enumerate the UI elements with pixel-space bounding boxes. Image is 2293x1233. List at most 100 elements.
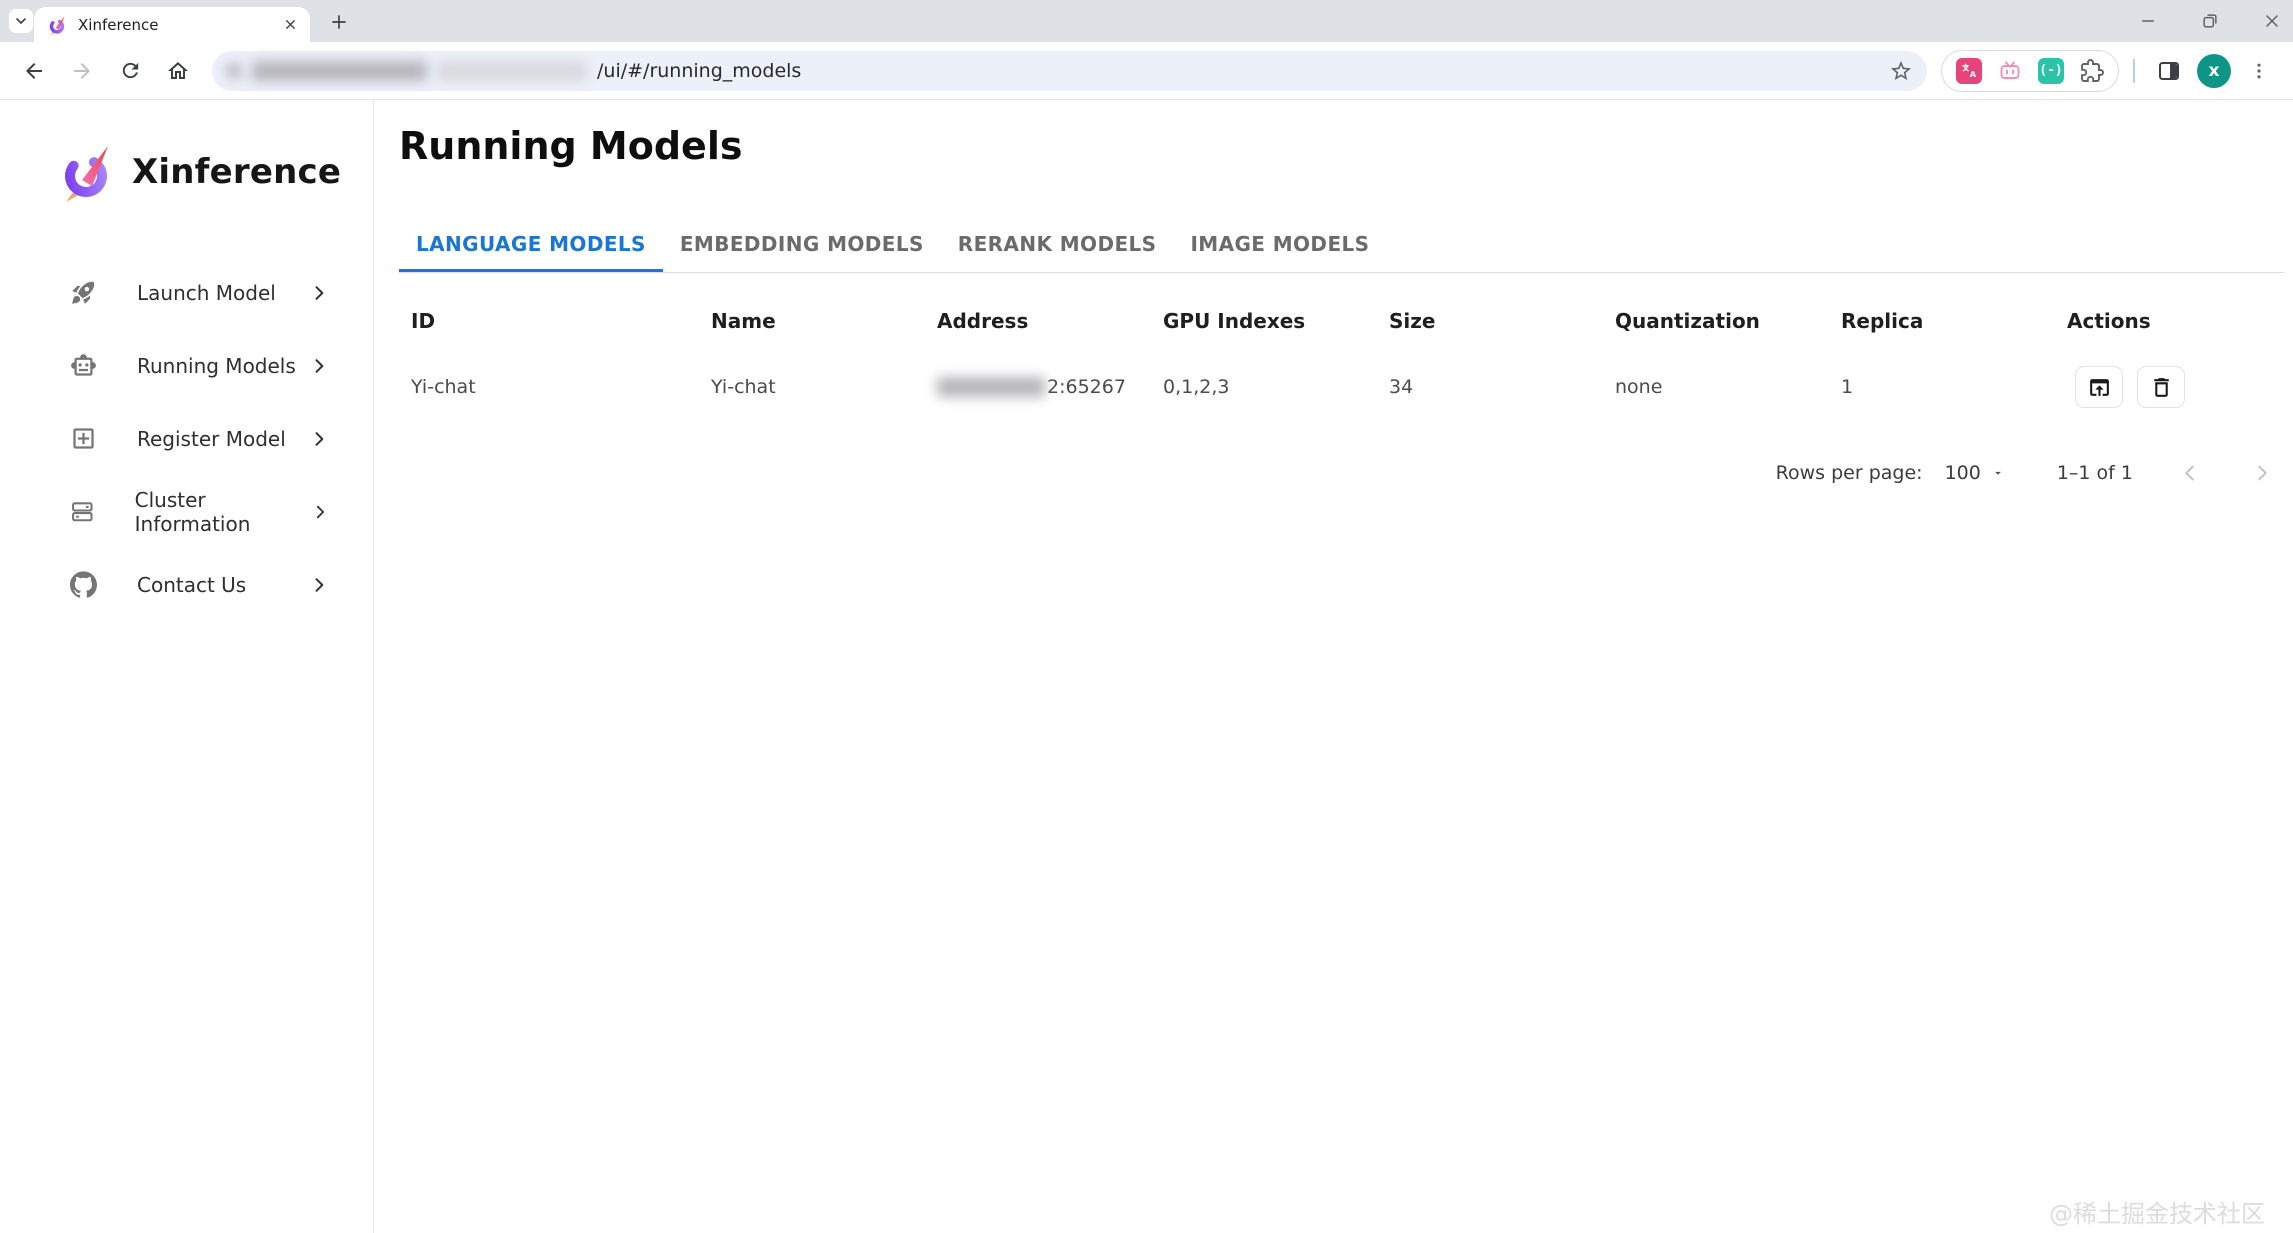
forward-arrow-icon [70, 59, 94, 83]
cell-quantization: none [1603, 376, 1829, 398]
brand: Xinference [0, 100, 373, 204]
url-bar[interactable]: /ui/#/running_models [212, 51, 1927, 91]
watermark: @稀土掘金技术社区 [2049, 1194, 2265, 1229]
brand-name: Xinference [132, 152, 341, 192]
window-close-button[interactable] [2261, 10, 2283, 32]
pagination-range: 1–1 of 1 [2057, 462, 2133, 484]
reload-icon [119, 59, 142, 82]
extensions-puzzle-button[interactable] [2080, 59, 2104, 83]
translate-extension-icon[interactable]: A [1956, 58, 1982, 84]
rows-per-page-label: Rows per page: [1776, 462, 1923, 484]
chevron-down-icon [13, 13, 29, 29]
robot-icon [70, 352, 97, 379]
column-header-id: ID [399, 309, 699, 333]
sidebar-item-label: Cluster Information [135, 488, 311, 536]
browser-menu-button[interactable] [2239, 51, 2279, 91]
side-panel-button[interactable] [2149, 51, 2189, 91]
restore-icon [2200, 11, 2220, 31]
minimize-icon [2138, 11, 2158, 31]
back-arrow-icon [22, 59, 46, 83]
sidebar-item-contact-us[interactable]: Contact Us [0, 548, 373, 621]
column-header-actions: Actions [2055, 309, 2285, 333]
cell-id: Yi-chat [399, 376, 699, 398]
home-button[interactable] [158, 51, 198, 91]
sidebar-menu: Launch Model Running Models Register Mod… [0, 256, 373, 621]
window-restore-button[interactable] [2199, 10, 2221, 32]
plus-icon [330, 13, 348, 31]
browser-toolbar: /ui/#/running_models A (-) x [0, 42, 2293, 100]
column-header-address: Address [925, 309, 1151, 333]
trash-icon [2149, 375, 2174, 400]
bookmark-star-icon[interactable] [1889, 59, 1913, 83]
page-title: Running Models [399, 122, 2285, 170]
reload-button[interactable] [110, 51, 150, 91]
chevron-right-icon [309, 429, 329, 449]
tab-image-models[interactable]: IMAGE MODELS [1173, 224, 1386, 272]
sidebar-item-label: Register Model [137, 427, 286, 451]
cell-gpu-indexes: 0,1,2,3 [1151, 376, 1377, 398]
tab-close-icon[interactable] [283, 17, 298, 32]
url-redacted-host [252, 61, 427, 81]
pagination: Rows per page: 100 1–1 of 1 [399, 443, 2285, 503]
close-icon [2262, 11, 2282, 31]
table-header-row: ID Name Address GPU Indexes Size Quantiz… [399, 295, 2285, 347]
chevron-right-icon [311, 502, 329, 522]
sidebar-item-label: Contact Us [137, 573, 246, 597]
back-button[interactable] [14, 51, 54, 91]
cell-address: 2:65267 [925, 376, 1151, 398]
rows-per-page-select[interactable]: 100 [1945, 462, 2005, 484]
tab-language-models[interactable]: LANGUAGE MODELS [399, 224, 663, 272]
previous-page-button[interactable] [2175, 458, 2205, 488]
column-header-quantization: Quantization [1603, 309, 1829, 333]
browser-tabstrip: Xinference [0, 0, 2293, 42]
main-content: Running Models LANGUAGE MODELS EMBEDDING… [374, 100, 2293, 1233]
cell-name: Yi-chat [699, 376, 925, 398]
sidebar-item-running-models[interactable]: Running Models [0, 329, 373, 402]
url-text[interactable]: /ui/#/running_models [597, 60, 801, 82]
add-box-icon [70, 425, 97, 452]
tab-rerank-models[interactable]: RERANK MODELS [941, 224, 1174, 272]
server-icon [70, 498, 95, 525]
sidebar-item-launch-model[interactable]: Launch Model [0, 256, 373, 329]
next-page-button[interactable] [2247, 458, 2277, 488]
cell-replica: 1 [1829, 376, 2055, 398]
home-icon [166, 59, 190, 83]
sidebar: Xinference Launch Model Running Models R… [0, 100, 374, 1233]
rocket-icon [70, 279, 97, 306]
open-in-browser-icon [2087, 375, 2112, 400]
extensions-pill: A (-) [1941, 50, 2119, 92]
tab-embedding-models[interactable]: EMBEDDING MODELS [663, 224, 941, 272]
model-type-tabs: LANGUAGE MODELS EMBEDDING MODELS RERANK … [399, 224, 2285, 273]
table-row: Yi-chat Yi-chat 2:65267 0,1,2,3 34 none … [399, 347, 2285, 427]
address-redacted [937, 377, 1045, 397]
brackets-extension-icon[interactable]: (-) [2038, 58, 2064, 84]
tab-list-chevron-button[interactable] [9, 9, 33, 33]
new-tab-button[interactable] [326, 9, 352, 35]
dropdown-caret-icon [1991, 466, 2005, 480]
sidebar-item-cluster-information[interactable]: Cluster Information [0, 475, 373, 548]
column-header-gpu-indexes: GPU Indexes [1151, 309, 1377, 333]
chevron-right-icon [309, 283, 329, 303]
column-header-size: Size [1377, 309, 1603, 333]
xinference-favicon [46, 14, 68, 36]
profile-avatar[interactable]: x [2197, 54, 2231, 88]
site-info-icon[interactable] [226, 63, 242, 79]
window-minimize-button[interactable] [2137, 10, 2159, 32]
sidebar-item-label: Running Models [137, 354, 296, 378]
open-web-ui-button[interactable] [2075, 366, 2123, 408]
chevron-right-icon [309, 356, 329, 376]
sidebar-item-register-model[interactable]: Register Model [0, 402, 373, 475]
github-icon [70, 571, 97, 598]
side-panel-icon [2157, 59, 2181, 83]
browser-tab[interactable]: Xinference [34, 7, 310, 42]
forward-button[interactable] [62, 51, 102, 91]
chevron-right-icon [2251, 462, 2273, 484]
delete-model-button[interactable] [2137, 366, 2185, 408]
sidebar-item-label: Launch Model [137, 281, 276, 305]
url-redacted-path [437, 61, 587, 81]
window-controls [2137, 0, 2283, 42]
tv-extension-icon[interactable] [1998, 59, 2022, 83]
chevron-right-icon [309, 575, 329, 595]
kebab-menu-icon [2249, 61, 2269, 81]
chevron-left-icon [2179, 462, 2201, 484]
